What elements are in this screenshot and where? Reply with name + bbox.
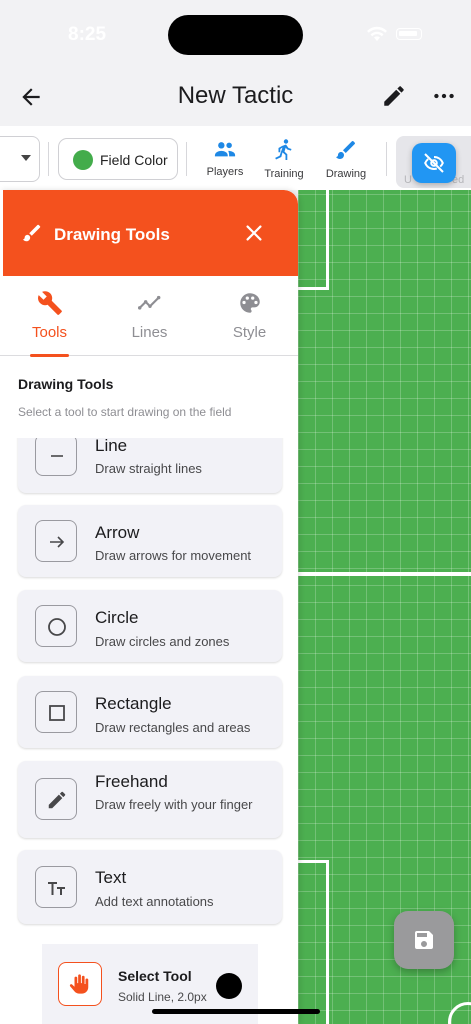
divider (48, 142, 49, 176)
tab-tools[interactable]: Tools (0, 276, 99, 357)
brush-icon (22, 224, 41, 242)
tool-name: Line (95, 438, 128, 455)
tool-description: Draw arrows for movement (95, 548, 252, 563)
tool-description: Draw straight lines (95, 461, 202, 476)
hand-icon (69, 974, 89, 994)
people-icon (214, 142, 236, 157)
chart-line-icon (137, 295, 160, 310)
field-color-label: Field Color (100, 152, 168, 168)
tab-active-indicator (30, 354, 69, 357)
penalty-box-bottom (298, 860, 329, 1024)
tool-name: Arrow (95, 523, 140, 542)
save-icon (415, 931, 433, 949)
wrench-icon (37, 291, 62, 315)
panel-header: Drawing Tools (3, 190, 298, 276)
dynamic-island (168, 15, 303, 55)
panel-tabs: Tools Lines Style (0, 276, 298, 357)
palette-icon (239, 293, 260, 313)
tool-circle[interactable]: Circle Draw circles and zones (18, 590, 282, 662)
tool-icon-box (35, 520, 77, 562)
toolbar-players-button[interactable]: Players (195, 138, 255, 178)
tool-icon-box (35, 438, 77, 476)
tool-description: Draw freely with your finger (95, 797, 253, 812)
toolbar-drawing-button[interactable]: Drawing (316, 138, 376, 180)
tool-freehand[interactable]: Freehand Draw freely with your finger (18, 761, 282, 838)
penalty-box-top (298, 190, 329, 290)
status-bar: 8:25 (0, 0, 471, 70)
more-horizontal-icon[interactable] (431, 83, 457, 109)
tool-description: Draw rectangles and areas (95, 720, 251, 735)
tool-line[interactable]: Line Draw straight lines (18, 438, 282, 493)
field-color-button[interactable]: Field Color (58, 138, 178, 180)
app-bar: New Tactic (0, 70, 471, 126)
selected-tool-name: Select Tool (118, 968, 192, 984)
brush-icon (336, 140, 356, 159)
formation-dropdown[interactable] (0, 136, 40, 182)
close-icon[interactable] (243, 222, 265, 244)
circle-icon (48, 618, 66, 636)
corner-arc (448, 1002, 471, 1024)
arrow-right-icon (50, 536, 65, 548)
tool-list: Line Draw straight lines Arrow Draw arro… (0, 438, 298, 1024)
tab-lines[interactable]: Lines (100, 276, 199, 356)
tool-icon-box (35, 691, 77, 733)
tool-name: Rectangle (95, 694, 172, 713)
selected-tool-desc: Solid Line, 2.0px (118, 990, 207, 1004)
pencil-icon[interactable] (381, 83, 407, 109)
tool-description: Add text annotations (95, 894, 214, 909)
tool-icon-box (35, 866, 77, 908)
tab-style-label: Style (232, 324, 267, 341)
field-color-swatch (73, 150, 93, 170)
tool-text[interactable]: Text Add text annotations (18, 850, 282, 924)
battery-icon (396, 28, 422, 40)
tactic-field[interactable] (298, 190, 471, 1024)
text-size-icon (48, 882, 65, 895)
tool-description: Draw circles and zones (95, 634, 230, 649)
toggle-visibility-button[interactable] (412, 143, 456, 183)
drawing-tools-panel: Drawing Tools Tools Lines Style Drawing … (0, 190, 298, 1024)
section-title: Drawing Tools (18, 376, 114, 392)
chevron-down-icon (21, 155, 31, 161)
selected-color-swatch[interactable] (216, 973, 242, 999)
tool-name: Text (95, 868, 127, 887)
tool-name: Freehand (95, 772, 168, 791)
tool-icon-box (35, 605, 77, 647)
panel-title: Drawing Tools (54, 225, 170, 244)
tab-style[interactable]: Style (200, 276, 298, 356)
divider (186, 142, 187, 176)
runner-icon (275, 139, 292, 160)
toolbar-players-label: Players (206, 166, 244, 178)
tool-arrow[interactable]: Arrow Draw arrows for movement (18, 505, 282, 577)
halfway-line (298, 572, 471, 576)
tool-name: Circle (95, 608, 139, 627)
toolbar-training-label: Training (264, 168, 304, 180)
selected-tool-icon-box (58, 962, 102, 1006)
toolbar-training-button[interactable]: Training (254, 138, 314, 180)
home-indicator (152, 1009, 320, 1014)
tool-icon-box (35, 778, 77, 820)
pencil-icon (48, 791, 66, 809)
editor-toolbar: Field Color Players Training Drawing U e… (0, 126, 471, 190)
wifi-icon (367, 26, 387, 41)
status-time: 8:25 (68, 24, 107, 45)
tab-lines-label: Lines (131, 324, 168, 341)
divider (386, 142, 387, 176)
section-subtitle: Select a tool to start drawing on the fi… (18, 405, 232, 419)
tab-tools-label: Tools (31, 324, 68, 341)
eye-off-icon (424, 153, 444, 173)
toolbar-drawing-label: Drawing (325, 168, 367, 180)
tool-rectangle[interactable]: Rectangle Draw rectangles and areas (18, 676, 282, 748)
save-button[interactable] (394, 911, 454, 969)
square-icon (49, 705, 65, 721)
undo-label: U (404, 174, 412, 186)
minus-icon (51, 455, 63, 457)
